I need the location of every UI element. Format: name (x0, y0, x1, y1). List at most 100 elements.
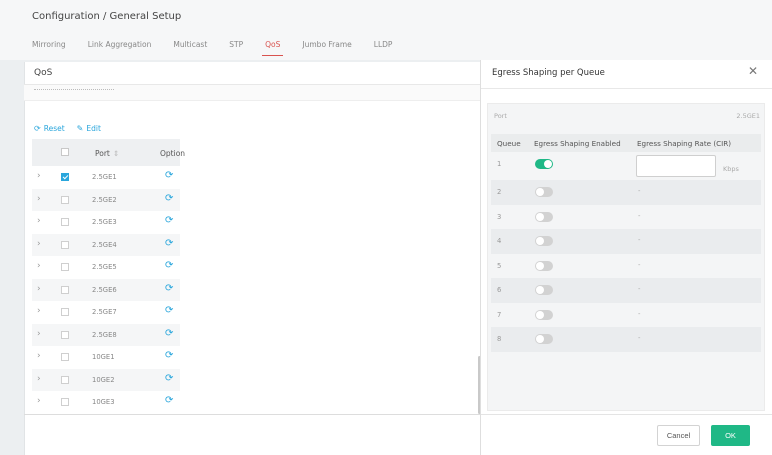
queue-number: 6 (497, 286, 502, 294)
port-name: 2.5GE5 (92, 263, 117, 271)
table-row[interactable]: › 2.5GE6 ⟳ (32, 278, 180, 301)
row-checkbox[interactable] (61, 330, 69, 339)
chevron-right-icon[interactable]: › (37, 374, 41, 384)
column-header-option: Option (160, 149, 186, 158)
divider (481, 414, 772, 415)
row-checkbox[interactable] (61, 173, 69, 181)
tab-link-aggregation[interactable]: Link Aggregation (88, 38, 152, 54)
shaping-toggle[interactable] (535, 260, 553, 271)
shaping-toggle[interactable] (535, 309, 553, 320)
rate-unit: Kbps (723, 165, 739, 173)
refresh-icon[interactable]: ⟳ (165, 260, 173, 271)
shaping-toggle[interactable] (535, 285, 553, 295)
close-icon[interactable]: ✕ (748, 64, 758, 78)
select-all-checkbox[interactable] (61, 148, 69, 156)
rate-value: - (638, 309, 641, 318)
refresh-icon[interactable]: ⟳ (165, 193, 173, 204)
row-checkbox[interactable] (61, 375, 69, 384)
rate-value: - (638, 285, 641, 293)
pencil-icon: ✎ (76, 124, 84, 133)
table-row[interactable]: › 2.5GE3 ⟳ (32, 211, 180, 234)
tab-lldp[interactable]: LLDP (374, 38, 393, 54)
ok-button[interactable]: OK (711, 425, 750, 446)
port-name: 10GE1 (92, 353, 115, 361)
queue-row: 1 Kbps (491, 152, 761, 180)
column-header-port[interactable]: Port ⇕ (95, 149, 119, 158)
refresh-icon: ⟳ (34, 124, 41, 133)
table-row[interactable]: › 10GE3 ⟳ (32, 391, 180, 414)
rate-value: - (638, 187, 641, 195)
chevron-right-icon[interactable]: › (37, 261, 41, 271)
refresh-icon[interactable]: ⟳ (165, 305, 173, 316)
table-row[interactable]: › 2.5GE1 ⟳ (32, 166, 180, 189)
table-row[interactable]: › 2.5GE8 ⟳ (32, 323, 180, 346)
queue-number: 4 (497, 237, 502, 245)
row-checkbox[interactable] (61, 263, 69, 271)
table-row[interactable]: › 10GE2 ⟳ (32, 368, 180, 391)
shaping-toggle[interactable] (535, 159, 553, 169)
collapsed-section-text (34, 89, 114, 93)
shaping-toggle[interactable] (535, 334, 553, 344)
port-name: 10GE3 (92, 398, 115, 406)
refresh-icon[interactable]: ⟳ (165, 328, 173, 339)
refresh-icon[interactable]: ⟳ (165, 350, 173, 361)
chevron-right-icon[interactable]: › (37, 329, 41, 339)
row-checkbox[interactable] (61, 218, 69, 226)
table-row[interactable]: › 2.5GE5 ⟳ (32, 256, 180, 279)
queue-table-header: Queue Egress Shaping Enabled Egress Shap… (491, 134, 761, 152)
port-name: 2.5GE7 (92, 308, 117, 316)
tab-multicast[interactable]: Multicast (173, 38, 207, 54)
collapsed-section (24, 85, 480, 101)
tab-bar: Mirroring Link Aggregation Multicast STP… (32, 38, 414, 56)
table-row[interactable]: › 2.5GE4 ⟳ (32, 233, 180, 256)
sort-icon: ⇕ (112, 149, 120, 158)
shaping-toggle[interactable] (535, 187, 553, 197)
column-header-queue: Queue (497, 139, 521, 148)
table-actions: ⟳ Reset ✎ Edit (34, 124, 113, 133)
row-checkbox[interactable] (61, 308, 69, 316)
refresh-icon[interactable]: ⟳ (165, 170, 173, 181)
rate-value: - (638, 260, 641, 269)
tab-qos[interactable]: QoS (262, 38, 284, 56)
chevron-right-icon[interactable]: › (37, 284, 41, 294)
row-checkbox[interactable] (61, 353, 69, 361)
chevron-right-icon[interactable]: › (37, 171, 41, 181)
tab-jumbo-frame[interactable]: Jumbo Frame (302, 38, 351, 54)
chevron-right-icon[interactable]: › (37, 306, 41, 316)
rate-value: - (638, 211, 641, 220)
cancel-button[interactable]: Cancel (657, 425, 700, 446)
port-name: 10GE2 (92, 375, 115, 384)
divider (481, 88, 772, 89)
port-label: Port (494, 112, 507, 120)
shaping-toggle[interactable] (535, 211, 553, 222)
refresh-icon[interactable]: ⟳ (165, 215, 173, 226)
chevron-right-icon[interactable]: › (37, 194, 41, 204)
rate-input[interactable] (636, 155, 716, 177)
refresh-icon[interactable]: ⟳ (165, 395, 173, 406)
chevron-right-icon[interactable]: › (37, 351, 41, 361)
table-row[interactable]: › 2.5GE7 ⟳ (32, 301, 180, 324)
chevron-right-icon[interactable]: › (37, 239, 41, 249)
table-row[interactable]: › 2.5GE2 ⟳ (32, 188, 180, 211)
breadcrumb: Configuration / General Setup (32, 11, 182, 22)
chevron-right-icon[interactable]: › (37, 396, 41, 406)
shaping-toggle[interactable] (535, 236, 553, 246)
edit-button[interactable]: ✎ Edit (77, 124, 101, 133)
row-checkbox[interactable] (61, 398, 69, 406)
port-value: 2.5GE1 (736, 112, 760, 120)
tab-stp[interactable]: STP (229, 38, 243, 54)
refresh-icon[interactable]: ⟳ (165, 238, 173, 249)
queue-row: 5- (491, 254, 761, 279)
column-header-rate: Egress Shaping Rate (CIR) (637, 139, 732, 148)
tab-mirroring[interactable]: Mirroring (32, 38, 66, 54)
chevron-right-icon[interactable]: › (37, 216, 41, 226)
row-checkbox[interactable] (61, 285, 69, 294)
refresh-icon[interactable]: ⟳ (165, 283, 173, 294)
table-row[interactable]: › 10GE1 ⟳ (32, 346, 180, 369)
port-name: 2.5GE1 (92, 173, 117, 181)
refresh-icon[interactable]: ⟳ (165, 373, 173, 384)
rate-value: - (638, 236, 641, 244)
reset-button[interactable]: ⟳ Reset (34, 124, 65, 133)
row-checkbox[interactable] (61, 195, 69, 204)
row-checkbox[interactable] (61, 240, 69, 249)
